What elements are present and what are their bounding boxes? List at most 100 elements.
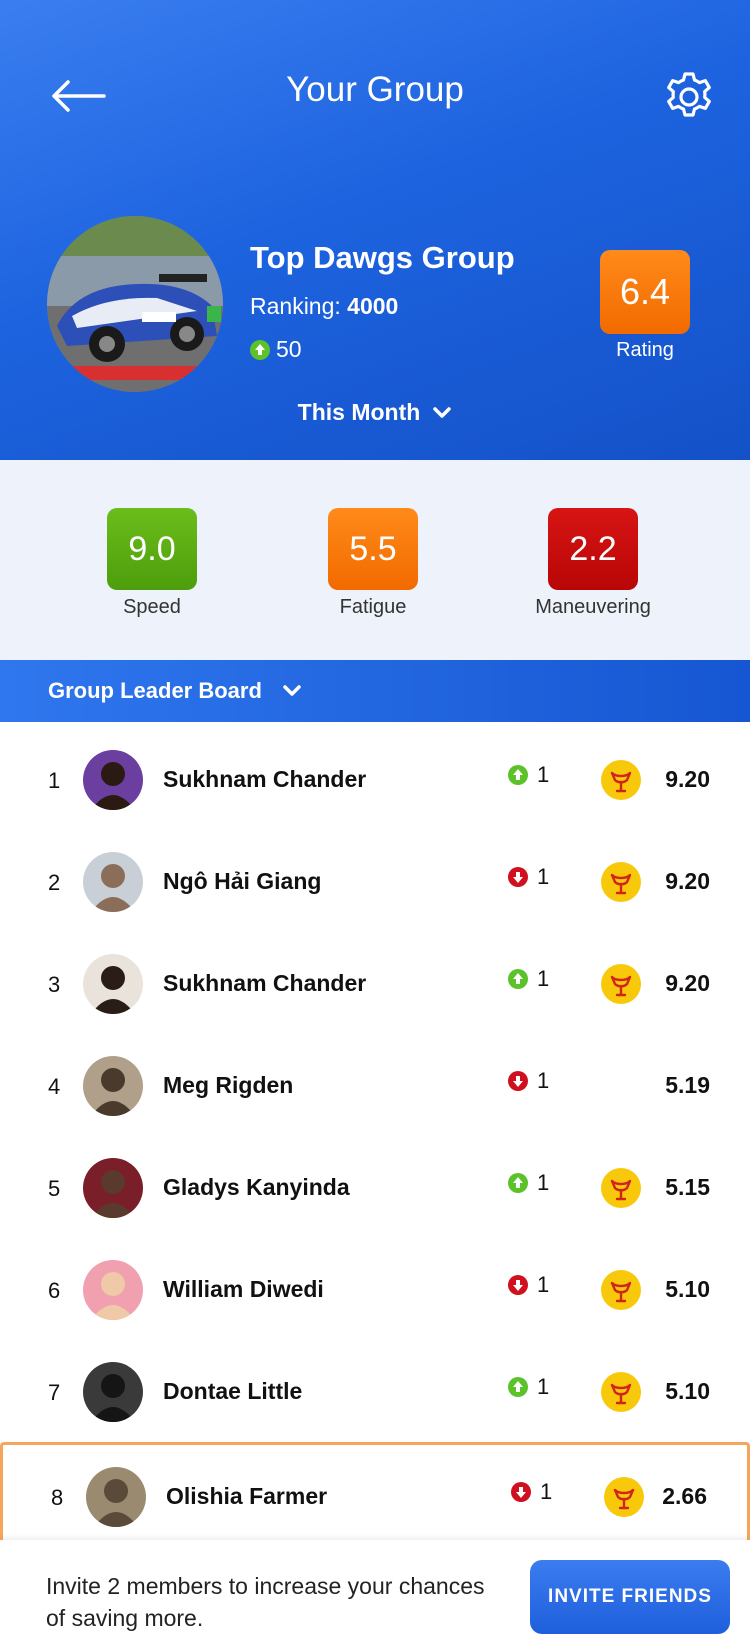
leaderboard-row[interactable]: 5 Gladys Kanyinda 1 5.15 <box>0 1136 750 1238</box>
row-rank: 8 <box>51 1485 64 1510</box>
row-name: William Diwedi <box>163 1276 324 1302</box>
metric-maneuvering-value: 2.2 <box>548 508 638 590</box>
chevron-down-icon <box>433 406 452 418</box>
avatar <box>83 1056 143 1116</box>
arrow-up-circle-icon <box>250 339 270 360</box>
row-score: 9.20 <box>665 868 710 894</box>
arrow-up-circle-icon <box>508 969 528 989</box>
row-trend-value: 1 <box>537 1374 550 1399</box>
arrow-up-circle-icon <box>508 1173 528 1193</box>
leaderboard-row[interactable]: 2 Ngô Hải Giang 1 9.20 <box>0 830 750 932</box>
leaderboard-row[interactable]: 4 Meg Rigden 1 5.19 <box>0 1034 750 1136</box>
ranking-change-value: 50 <box>276 336 302 362</box>
arrow-up-circle-icon <box>508 765 528 785</box>
row-score: 5.10 <box>665 1378 710 1404</box>
row-score: 5.10 <box>665 1276 710 1302</box>
arrow-down-circle-icon <box>508 1275 528 1295</box>
medal-icon <box>601 964 641 1004</box>
period-label: This Month <box>297 399 421 425</box>
row-score: 5.15 <box>665 1174 710 1200</box>
row-rank: 2 <box>48 870 61 895</box>
row-trend-value: 1 <box>537 1068 550 1093</box>
invite-friends-button[interactable]: INVITE FRIENDS <box>530 1560 730 1634</box>
metric-fatigue-label: Fatigue <box>339 596 407 618</box>
row-rank: 6 <box>48 1278 61 1303</box>
avatar <box>86 1467 146 1527</box>
metric-maneuvering-label: Maneuvering <box>535 596 651 618</box>
row-name: Sukhnam Chander <box>163 970 367 996</box>
row-name: Ngô Hải Giang <box>163 868 322 894</box>
row-rank: 5 <box>48 1176 61 1201</box>
leaderboard-row[interactable]: 7 Dontae Little 1 5.10 <box>0 1340 750 1442</box>
rating-badge: 6.4 <box>600 250 690 334</box>
row-trend-value: 1 <box>537 966 550 991</box>
medal-icon <box>604 1477 644 1517</box>
row-trend-value: 1 <box>537 1170 550 1195</box>
row-trend: 1 <box>508 864 549 890</box>
leaderboard-row[interactable]: 6 William Diwedi 1 5.10 <box>0 1238 750 1340</box>
ranking-change: 50 <box>250 336 302 363</box>
row-rank: 4 <box>48 1074 61 1099</box>
arrow-down-circle-icon <box>508 1071 528 1091</box>
row-rank: 3 <box>48 972 61 997</box>
group-ranking: Ranking: 4000 <box>250 293 398 320</box>
row-score: 2.66 <box>662 1483 707 1509</box>
invite-footer: Invite 2 members to increase your chance… <box>0 1540 750 1650</box>
chevron-down-icon <box>283 685 301 696</box>
rating-label: Rating <box>616 339 674 361</box>
ranking-value: 4000 <box>347 293 399 319</box>
ranking-label: Ranking: <box>250 293 341 319</box>
leaderboard-selector[interactable]: Group Leader Board <box>0 660 750 722</box>
row-trend: 1 <box>508 762 549 788</box>
row-trend: 1 <box>508 1170 549 1196</box>
arrow-down-circle-icon <box>508 867 528 887</box>
avatar <box>83 1362 143 1422</box>
group-name: Top Dawgs Group <box>250 240 515 275</box>
row-trend-value: 1 <box>537 1272 550 1297</box>
avatar <box>83 852 143 912</box>
row-rank: 7 <box>48 1380 61 1405</box>
row-trend-value: 1 <box>537 762 550 787</box>
row-name: Olishia Farmer <box>166 1483 328 1509</box>
avatar <box>83 1260 143 1320</box>
row-name: Sukhnam Chander <box>163 766 367 792</box>
leaderboard-row[interactable]: 1 Sukhnam Chander 1 9.20 <box>0 728 750 830</box>
group-header: Your Group Top Dawgs Group Ranking: 4000… <box>0 0 750 460</box>
metric-speed-label: Speed <box>123 596 181 618</box>
row-trend: 1 <box>508 966 549 992</box>
race-car-image <box>47 216 223 392</box>
avatar <box>83 1158 143 1218</box>
medal-icon <box>601 760 641 800</box>
arrow-down-circle-icon <box>511 1482 531 1502</box>
group-avatar <box>47 216 223 392</box>
row-trend-value: 1 <box>537 864 550 889</box>
row-rank: 1 <box>48 768 61 793</box>
invite-message: Invite 2 members to increase your chance… <box>46 1573 485 1631</box>
leaderboard-row[interactable]: 8 Olishia Farmer 1 2.66 <box>0 1442 750 1544</box>
row-name: Gladys Kanyinda <box>163 1174 350 1200</box>
metric-speed: 9.0 Speed <box>82 508 222 619</box>
row-trend: 1 <box>511 1479 552 1505</box>
gear-icon <box>667 72 711 117</box>
row-trend: 1 <box>508 1374 549 1400</box>
medal-icon <box>601 1168 641 1208</box>
medal-icon <box>601 862 641 902</box>
metric-fatigue-value: 5.5 <box>328 508 418 590</box>
row-score: 5.19 <box>665 1072 710 1098</box>
metric-maneuvering: 2.2 Maneuvering <box>523 508 663 619</box>
row-trend: 1 <box>508 1068 549 1094</box>
page-title: Your Group <box>286 70 464 109</box>
metrics-panel: 9.0 Speed 5.5 Fatigue 2.2 Maneuvering <box>0 460 750 660</box>
metric-speed-value: 9.0 <box>107 508 197 590</box>
settings-button[interactable] <box>662 70 716 124</box>
row-trend-value: 1 <box>540 1479 553 1504</box>
avatar <box>83 750 143 810</box>
arrow-up-circle-icon <box>508 1377 528 1397</box>
avatar <box>83 954 143 1014</box>
row-score: 9.20 <box>665 970 710 996</box>
row-score: 9.20 <box>665 766 710 792</box>
row-name: Meg Rigden <box>163 1072 294 1098</box>
row-name: Dontae Little <box>163 1378 303 1404</box>
period-selector[interactable]: This Month <box>0 399 750 426</box>
leaderboard-row[interactable]: 3 Sukhnam Chander 1 9.20 <box>0 932 750 1034</box>
